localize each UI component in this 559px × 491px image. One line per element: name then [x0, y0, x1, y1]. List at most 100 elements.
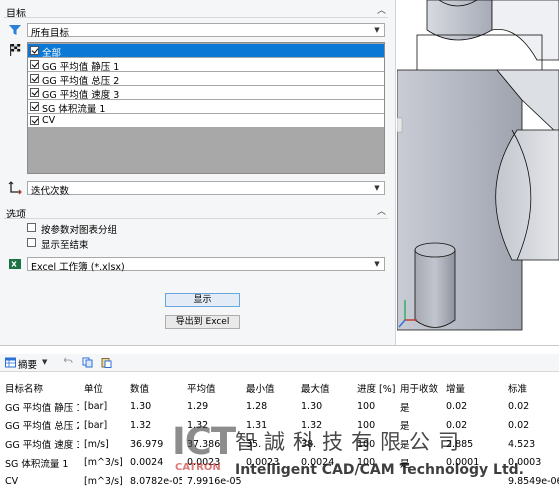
- goal-item-label: GG 平均值 静压 1: [42, 62, 120, 73]
- paste-icon[interactable]: [101, 357, 112, 368]
- table-cell: 100: [357, 419, 376, 431]
- table-cell: 1.32: [187, 419, 209, 431]
- checkbox-checked-icon[interactable]: [30, 46, 39, 55]
- table-cell: 0.02: [446, 419, 468, 431]
- table-cell: [bar]: [84, 419, 108, 431]
- summary-table-icon[interactable]: [5, 357, 16, 368]
- table-cell: [m/s]: [84, 438, 109, 450]
- graphics-viewport[interactable]: [397, 0, 559, 345]
- checkbox-checked-icon[interactable]: [30, 74, 39, 83]
- checkbox-unchecked-icon[interactable]: [27, 238, 36, 247]
- show-button[interactable]: 显示: [165, 293, 240, 307]
- goal-item[interactable]: GG 平均值 静压 1: [28, 58, 384, 73]
- table-cell: [395, 472, 441, 491]
- column-header[interactable]: 最小值: [241, 379, 296, 398]
- dropdown-arrow-icon[interactable]: ▼: [42, 358, 47, 366]
- table-cell: GG 平均值 速度 3: [5, 440, 79, 452]
- table-cell: 0.0023: [187, 457, 221, 469]
- column-header[interactable]: 进度 [%]: [352, 379, 395, 398]
- table-cell: 100: [357, 438, 376, 450]
- table-row[interactable]: GG 平均值 速度 3 [m/s] 36.979 37.386 35. 38. …: [0, 435, 559, 454]
- collapse-chevron-icon[interactable]: ︿: [377, 204, 386, 217]
- checkbox-checked-icon[interactable]: [30, 116, 39, 125]
- table-cell: [441, 472, 503, 491]
- table-cell: SG 体积流量 1: [5, 458, 69, 470]
- table-cell: 37.386: [187, 438, 221, 450]
- goal-item[interactable]: SG 体积流量 1: [28, 100, 384, 115]
- table-cell: 是: [400, 440, 410, 452]
- goal-item-label: GG 平均值 速度 3: [42, 90, 120, 101]
- table-cell: 9.8549e-06: [508, 475, 559, 487]
- table-cell: 100: [357, 457, 376, 469]
- table-cell: 0.0001: [446, 457, 480, 469]
- table-cell: 1.28: [246, 401, 268, 413]
- table-cell: 1.30: [130, 401, 152, 413]
- table-cell: 0.0024: [301, 457, 335, 469]
- table-header-row: 目标名称 单位 数值 平均值 最小值 最大值 进度 [%] 用于收敛 增量 标准: [0, 379, 559, 398]
- goal-item[interactable]: GG 平均值 速度 3: [28, 86, 384, 101]
- checkbox-checked-icon[interactable]: [30, 102, 39, 111]
- checkbox-checked-icon[interactable]: [30, 60, 39, 69]
- copy-icon[interactable]: [82, 357, 93, 368]
- table-cell: 8.0782e-05: [130, 475, 182, 487]
- goal-item-label: SG 体积流量 1: [42, 104, 106, 115]
- refresh-icon[interactable]: [62, 357, 73, 368]
- options-section-header[interactable]: 选项 ︿: [0, 204, 392, 221]
- table-cell: 0.0023: [246, 457, 280, 469]
- x-axis-dropdown[interactable]: 迭代次数 ▼: [27, 181, 385, 197]
- x-axis-icon: [8, 181, 22, 195]
- table-cell: GG 平均值 静压 1: [5, 402, 79, 414]
- table-cell: 1.31: [246, 419, 268, 431]
- goals-filter-dropdown[interactable]: 所有目标 ▼: [27, 23, 385, 39]
- table-cell: 1.32: [301, 419, 323, 431]
- table-row[interactable]: GG 平均值 静压 1 [bar] 1.30 1.29 1.28 1.30 10…: [0, 398, 559, 417]
- goals-checklist[interactable]: 全部 GG 平均值 静压 1 GG 平均值 总压 2 GG 平均值 速度 3 S…: [27, 42, 385, 174]
- table-cell: 0.02: [446, 401, 468, 413]
- table-cell: 7.9916e-05: [187, 475, 241, 487]
- table-cell: 0.0003: [508, 457, 542, 469]
- goal-item[interactable]: CV: [28, 114, 384, 127]
- column-header[interactable]: 最大值: [296, 379, 352, 398]
- column-header[interactable]: 平均值: [182, 379, 241, 398]
- goal-item-label: CV: [42, 115, 56, 126]
- table-cell: 是: [400, 421, 410, 433]
- goals-results-table: 目标名称 单位 数值 平均值 最小值 最大值 进度 [%] 用于收敛 增量 标准…: [0, 379, 559, 491]
- table-row[interactable]: SG 体积流量 1 [m^3/s] 0.0024 0.0023 0.0023 0…: [0, 453, 559, 472]
- column-header[interactable]: 单位: [79, 379, 125, 398]
- results-toolbar: 摘要 ▼: [0, 354, 559, 372]
- goal-item-label: 全部: [42, 48, 62, 59]
- goal-plot-panel: 目标 ︿ 所有目标 ▼ 全部 GG 平均值 静压 1 GG 平均值 总压 2 G…: [0, 0, 396, 345]
- table-row[interactable]: GG 平均值 总压 2 [bar] 1.32 1.32 1.31 1.32 10…: [0, 416, 559, 435]
- column-header[interactable]: 数值: [125, 379, 182, 398]
- column-header[interactable]: 目标名称: [0, 379, 79, 398]
- column-header[interactable]: 标准: [503, 379, 559, 398]
- goal-results-pane: 摘要 ▼ 目标名称 单位 数值 平均值 最小值 最大值 进度 [%] 用于收敛 …: [0, 345, 559, 491]
- column-header[interactable]: 用于收敛: [395, 379, 441, 398]
- table-cell: 35.: [246, 438, 262, 450]
- checkbox-checked-icon[interactable]: [30, 88, 39, 97]
- summary-dropdown-label[interactable]: 摘要: [18, 357, 37, 371]
- table-cell: [m^3/s]: [84, 457, 123, 469]
- table-cell: 是: [400, 402, 410, 414]
- goal-item-label: GG 平均值 总压 2: [42, 76, 120, 87]
- excel-icon: [9, 259, 21, 269]
- checkbox-unchecked-icon[interactable]: [27, 223, 36, 232]
- goals-flag-icon: [10, 44, 21, 56]
- filter-icon: [9, 25, 21, 35]
- export-to-excel-button[interactable]: 导出到 Excel: [165, 315, 240, 329]
- table-cell: 0.02: [508, 419, 530, 431]
- table-cell: 1.29: [187, 401, 209, 413]
- goal-item[interactable]: GG 平均值 总压 2: [28, 72, 384, 87]
- collapse-chevron-icon[interactable]: ︿: [377, 3, 386, 16]
- goals-section-header[interactable]: 目标 ︿: [0, 3, 392, 20]
- table-cell: [bar]: [84, 401, 108, 413]
- table-cell: 38.: [301, 438, 317, 450]
- table-cell: CV: [5, 475, 19, 487]
- table-row[interactable]: CV [m^3/s] 8.0782e-05 7.9916e-05 9.8549e…: [0, 472, 559, 491]
- checkbox-label: 显示至结束: [41, 240, 89, 251]
- goal-item-all[interactable]: 全部: [28, 44, 384, 59]
- column-header[interactable]: 增量: [441, 379, 503, 398]
- table-cell: 36.979: [130, 438, 164, 450]
- goals-filter-value: 所有目标: [31, 28, 70, 39]
- export-format-dropdown[interactable]: Excel 工作簿 (*.xlsx) ▼: [27, 257, 385, 273]
